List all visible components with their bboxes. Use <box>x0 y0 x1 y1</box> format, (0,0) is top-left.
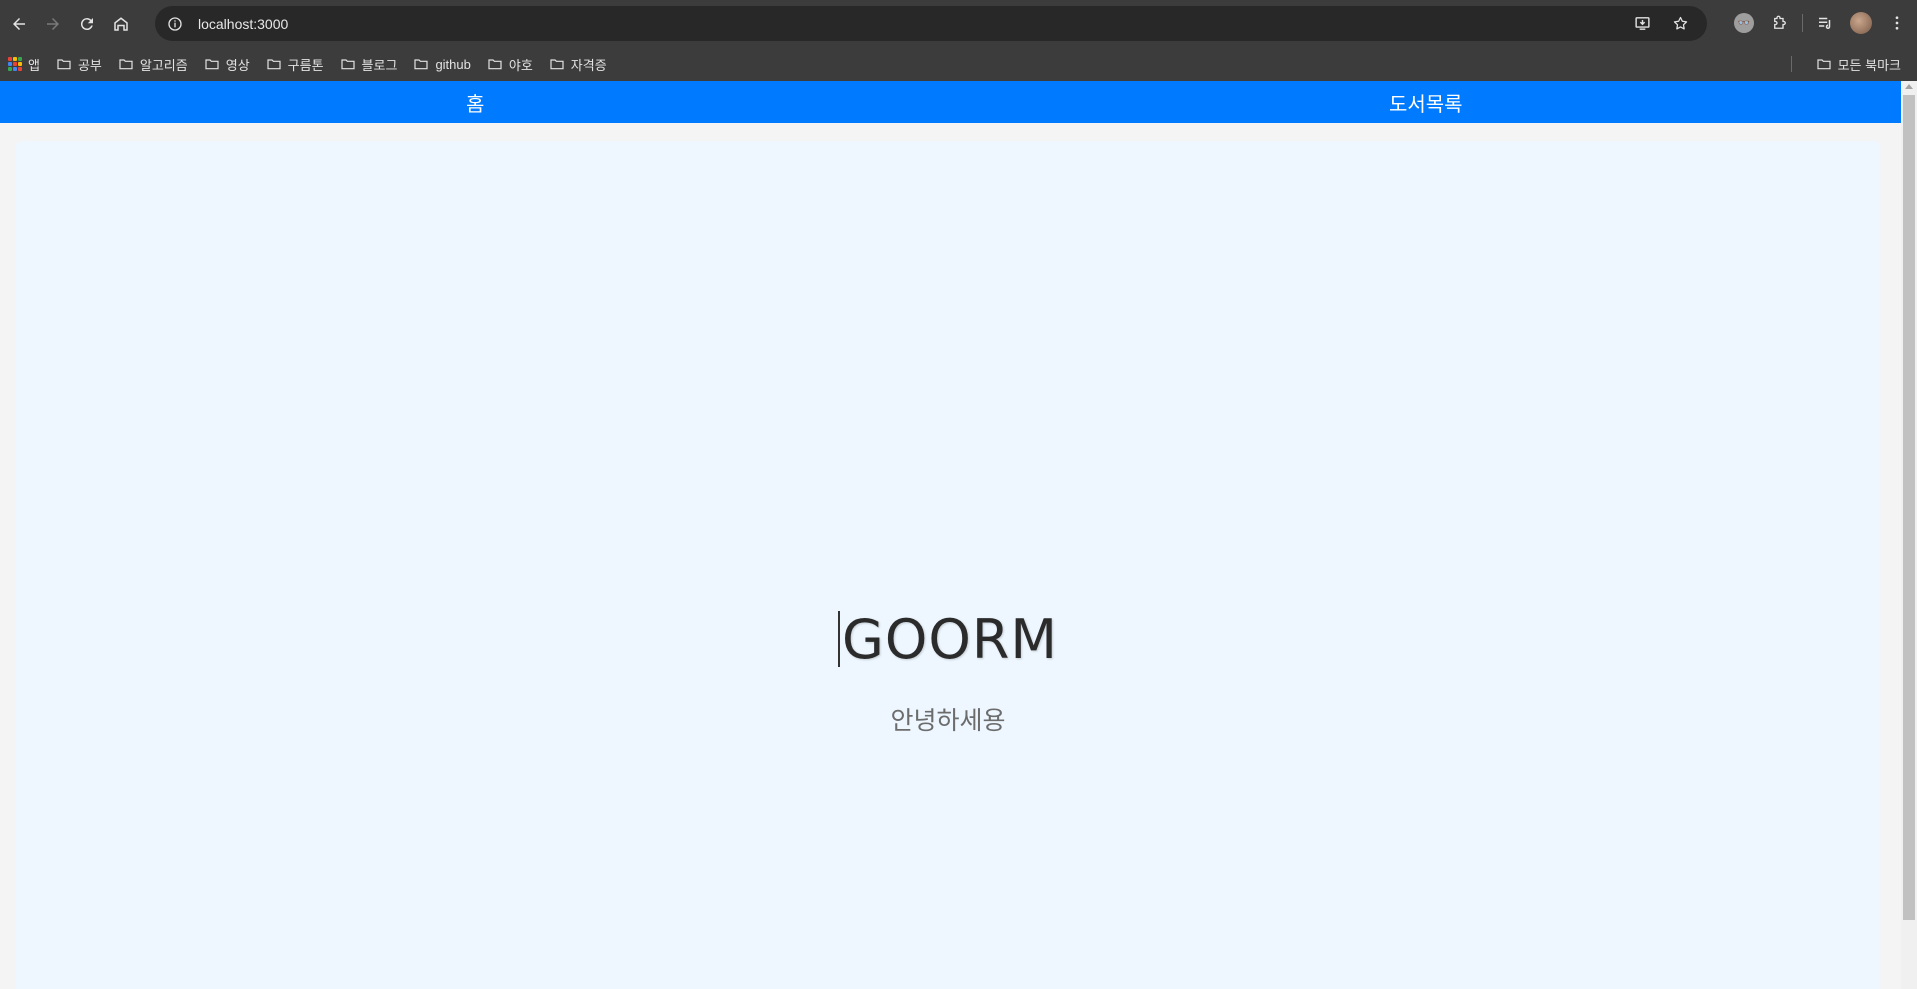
url-text[interactable]: localhost:3000 <box>198 16 288 32</box>
puzzle-icon <box>1774 15 1786 29</box>
bookmark-label: 자격증 <box>570 57 607 73</box>
folder-icon <box>488 59 502 70</box>
chrome-menu-button[interactable] <box>1883 8 1911 38</box>
nav-link-books[interactable]: 도서목록 <box>951 81 1902 123</box>
text-caret <box>838 611 841 668</box>
address-bar[interactable]: localhost:3000 <box>155 6 1707 41</box>
nav-link-home[interactable]: 홈 <box>0 81 951 123</box>
bookmark-label: github <box>435 56 471 72</box>
bookmark-label: 블로그 <box>361 57 398 73</box>
extension-button[interactable]: 👓 <box>1730 8 1758 38</box>
folder-icon <box>267 59 281 70</box>
bookmark-folder[interactable]: 블로그 <box>332 51 406 77</box>
bookmarks-bar: 앱 공부 알고리즘 영상 구름톤 블로그 github 야호 자격증 모든 북마… <box>0 47 1917 81</box>
profile-avatar <box>1850 12 1872 34</box>
arrow-right-icon <box>47 17 59 30</box>
star-icon <box>1673 16 1687 30</box>
bookmark-folder[interactable]: github <box>405 51 478 77</box>
bookmark-star-button[interactable] <box>1667 10 1693 36</box>
vertical-scrollbar[interactable] <box>1901 81 1917 989</box>
back-button[interactable] <box>4 9 34 39</box>
folder-icon <box>1816 59 1831 70</box>
page-viewport: 홈 도서목록 GOORM 안녕하세용 <box>0 81 1917 989</box>
forward-button[interactable] <box>38 9 68 39</box>
scrollbar-thumb[interactable] <box>1903 95 1915 920</box>
all-bookmarks-button[interactable]: 모든 북마크 <box>1808 51 1909 77</box>
reload-icon <box>80 17 93 30</box>
hero-subtitle: 안녕하세용 <box>890 706 1006 735</box>
reading-list-button[interactable] <box>1811 8 1839 38</box>
bookmark-folder[interactable]: 알고리즘 <box>110 51 196 77</box>
toolbar-actions: 👓 <box>1730 8 1911 38</box>
arrow-left-icon <box>13 17 25 30</box>
bookmarks-bar-right: 모든 북마크 <box>1790 51 1909 77</box>
app-navbar: 홈 도서목록 <box>0 81 1901 123</box>
bookmark-folder[interactable]: 구름톤 <box>258 51 332 77</box>
bookmark-label: 알고리즘 <box>139 57 188 73</box>
scroll-up-arrow-icon[interactable] <box>1905 84 1913 89</box>
folder-icon <box>550 59 564 70</box>
hero-title: GOORM <box>842 608 1058 671</box>
toolbar-separator <box>1802 14 1803 32</box>
more-vertical-icon <box>1895 16 1899 30</box>
bookmark-label: 영상 <box>225 57 250 73</box>
folder-icon <box>205 59 219 70</box>
home-button[interactable] <box>106 9 136 39</box>
home-icon <box>114 16 128 31</box>
extensions-menu-button[interactable] <box>1766 8 1794 38</box>
extension-glasses-icon: 👓 <box>1734 13 1754 33</box>
profile-button[interactable] <box>1847 8 1875 38</box>
bookmark-folder[interactable]: 자격증 <box>541 51 615 77</box>
apps-grid-icon <box>8 57 22 71</box>
folder-icon <box>414 59 429 70</box>
reload-button[interactable] <box>72 9 102 39</box>
bookmark-folder[interactable]: 공부 <box>48 51 110 77</box>
info-icon <box>168 16 182 31</box>
bookmark-label: 구름톤 <box>287 57 324 73</box>
playlist-icon <box>1819 17 1831 29</box>
bookmark-apps[interactable]: 앱 <box>0 51 48 77</box>
address-bar-actions <box>1629 10 1693 36</box>
folder-icon <box>57 59 71 70</box>
bookmark-label: 앱 <box>28 57 40 73</box>
hero-section: GOORM 안녕하세용 <box>16 141 1880 989</box>
site-info-button[interactable] <box>162 11 188 37</box>
hero-title-wrapper: GOORM <box>16 608 1880 671</box>
folder-icon <box>340 59 355 70</box>
bookmark-label: 공부 <box>77 57 102 73</box>
bookmarks-separator <box>1790 56 1792 72</box>
bookmark-folder[interactable]: 영상 <box>196 51 258 77</box>
install-icon <box>1634 16 1650 30</box>
install-app-button[interactable] <box>1629 10 1655 36</box>
bookmark-folder[interactable]: 야호 <box>479 51 541 77</box>
bookmark-label: 야호 <box>508 57 533 73</box>
folder-icon <box>119 59 133 70</box>
browser-toolbar: localhost:3000 👓 <box>0 0 1917 47</box>
all-bookmarks-label: 모든 북마크 <box>1837 57 1901 73</box>
